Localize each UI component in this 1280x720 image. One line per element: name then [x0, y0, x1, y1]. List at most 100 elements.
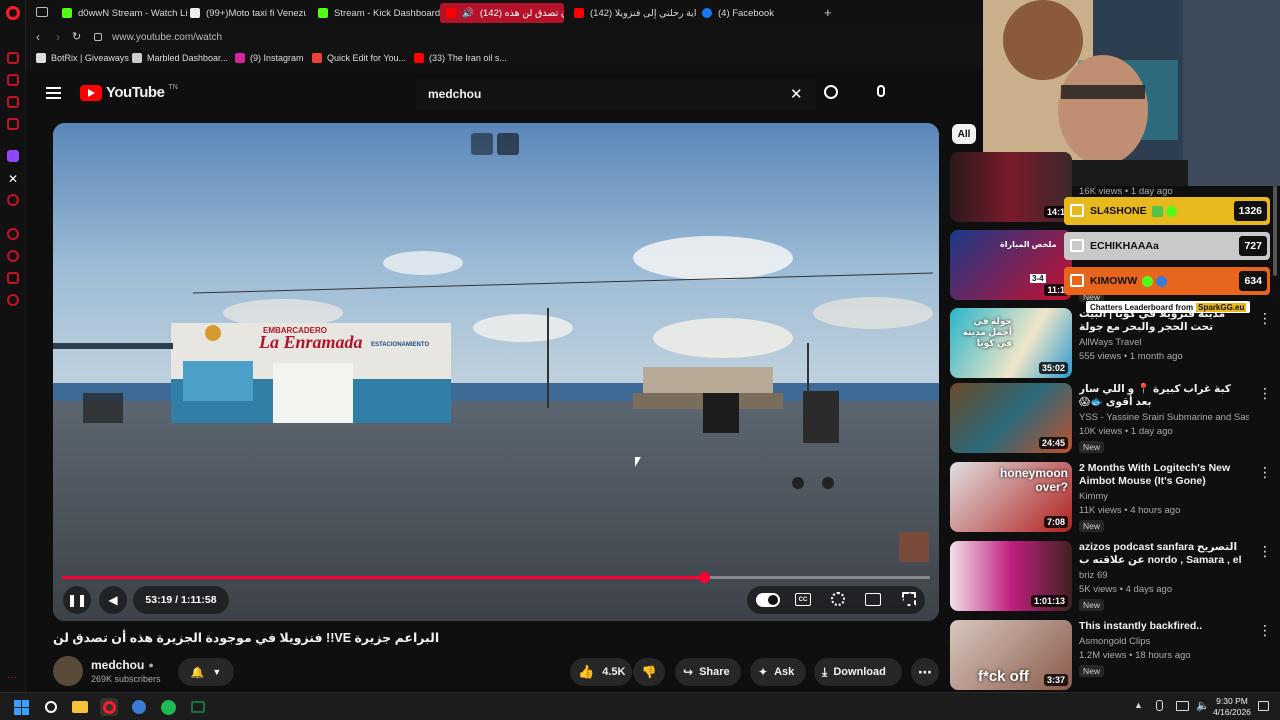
- recommendation-item[interactable]: 1:01:13 azizos podcast sanfara التصريح ع…: [950, 541, 1272, 613]
- back-icon[interactable]: ‹: [36, 30, 40, 44]
- video-thumbnail[interactable]: 1:01:13: [950, 541, 1072, 611]
- clock-date[interactable]: 4/16/2026: [1210, 707, 1254, 717]
- recommendation-item[interactable]: honeymoon over? 7:08 2 Months With Logit…: [950, 462, 1272, 534]
- autoplay-toggle[interactable]: [756, 593, 780, 607]
- captions-button[interactable]: CC: [795, 593, 811, 606]
- microphone-icon[interactable]: [1156, 700, 1163, 711]
- video-title[interactable]: كبة غراب كبيرة 📍 و اللي سار بعد أقوى 🐟😱: [1079, 383, 1249, 409]
- sidebar-icon-7[interactable]: [7, 250, 19, 262]
- windows-start-icon[interactable]: [12, 698, 30, 716]
- miniplayer-icon[interactable]: [471, 133, 493, 155]
- pause-button[interactable]: ❚❚: [63, 586, 91, 614]
- spotify-icon[interactable]: [159, 698, 177, 716]
- channel-name[interactable]: AllWays Travel: [1079, 337, 1249, 349]
- tab-2[interactable]: Stream - Kick Dashboard: [312, 3, 440, 23]
- tab-0[interactable]: d0wwN Stream - Watch Li: [56, 3, 196, 23]
- video-title[interactable]: azizos podcast sanfara التصريح عن علاقته…: [1079, 541, 1249, 567]
- opera-icon[interactable]: [100, 698, 118, 716]
- theater-mode-icon[interactable]: [865, 593, 881, 606]
- scrollbar[interactable]: [1273, 186, 1277, 276]
- channel-name[interactable]: briz 69: [1079, 570, 1249, 582]
- bookmark-3[interactable]: Quick Edit for You...: [312, 53, 406, 63]
- video-thumbnail[interactable]: جولة في أجمل مدينة في كوبا 35:02: [950, 308, 1072, 378]
- channel-name[interactable]: Asmongold Clips: [1079, 636, 1249, 648]
- sidebar-icon-2[interactable]: [7, 74, 19, 86]
- voice-search-icon[interactable]: [877, 85, 885, 97]
- tab-3-active[interactable]: 🔊 (142) ان تصدق لن هذه: [440, 3, 564, 23]
- settings-icon[interactable]: [7, 294, 19, 306]
- tab-5[interactable]: (4) Facebook: [696, 3, 816, 23]
- filter-chip-all[interactable]: All: [952, 124, 976, 144]
- menu-icon[interactable]: [46, 87, 61, 99]
- like-button[interactable]: 👍 4.5K: [570, 658, 632, 686]
- bookmark-4[interactable]: (33) The Iran oil s...: [414, 53, 507, 63]
- thumbnail-text: جولة في أجمل مدينة في كوبا: [962, 316, 1012, 348]
- video-player[interactable]: EMBARCADERO La Enramada ESTACIONAMIENTO …: [53, 123, 939, 621]
- search-input[interactable]: medchou: [428, 87, 481, 101]
- video-thumbnail[interactable]: honeymoon over? 7:08: [950, 462, 1072, 532]
- more-icon[interactable]: ···: [7, 672, 17, 683]
- tab-list-icon[interactable]: [36, 7, 48, 17]
- video-thumbnail[interactable]: 24:45: [950, 383, 1072, 453]
- clear-search-icon[interactable]: ✕: [790, 85, 803, 103]
- sidebar-icon-5[interactable]: [7, 194, 19, 206]
- more-options-icon[interactable]: ⋮: [1258, 385, 1272, 402]
- settings-icon[interactable]: [831, 592, 845, 606]
- more-options-icon[interactable]: ⋮: [1258, 464, 1272, 481]
- video-thumbnail[interactable]: f*ck off 3:37: [950, 620, 1072, 690]
- download-button[interactable]: ⤓ Download: [814, 658, 902, 686]
- youtube-logo[interactable]: YouTube TN: [80, 84, 178, 101]
- bookmark-0[interactable]: BotRix | Giveaways: [36, 53, 129, 63]
- app-icon[interactable]: [130, 698, 148, 716]
- bookmark-label: (33) The Iran oil s...: [429, 53, 507, 63]
- x-icon[interactable]: ✕: [8, 172, 18, 186]
- more-actions-button[interactable]: ⋯: [911, 658, 939, 686]
- sidebar-icon-6[interactable]: [7, 228, 19, 240]
- excel-icon[interactable]: [189, 698, 207, 716]
- recommendation-item[interactable]: جولة في أجمل مدينة في كوبا 35:02 مدينة ف…: [950, 308, 1272, 380]
- channel-watermark[interactable]: [899, 532, 929, 562]
- sidebar-icon-8[interactable]: [7, 272, 19, 284]
- channel-name[interactable]: Kimmy: [1079, 491, 1249, 503]
- sidebar-icon-3[interactable]: [7, 96, 19, 108]
- video-thumbnail[interactable]: ملخص المباراة 3-4 11:1: [950, 230, 1072, 300]
- share-button[interactable]: ↪ Share: [675, 658, 741, 686]
- notifications-icon[interactable]: [1258, 701, 1269, 711]
- volume-button[interactable]: ◀: [99, 586, 127, 614]
- notifications-button[interactable]: 🔔 ▼: [178, 658, 234, 686]
- recommendation-item[interactable]: 24:45 كبة غراب كبيرة 📍 و اللي سار بعد أق…: [950, 383, 1272, 455]
- network-icon[interactable]: [1176, 701, 1189, 711]
- more-options-icon[interactable]: ⋮: [1258, 622, 1272, 639]
- recommendation-item[interactable]: f*ck off 3:37 This instantly backfired..…: [950, 620, 1272, 692]
- search-box[interactable]: medchou ✕: [416, 79, 816, 109]
- volume-icon[interactable]: 🔈: [1196, 699, 1210, 712]
- search-icon[interactable]: [824, 85, 838, 99]
- sidebar-icon-1[interactable]: [7, 52, 19, 64]
- more-options-icon[interactable]: ⋮: [1258, 310, 1272, 327]
- sidebar-icon-4[interactable]: [7, 118, 19, 130]
- new-tab-button[interactable]: +: [824, 5, 832, 20]
- forward-icon[interactable]: ›: [56, 30, 60, 44]
- bookmark-2[interactable]: (9) Instagram: [235, 53, 304, 63]
- tray-chevron-icon[interactable]: ▲: [1134, 700, 1143, 710]
- more-options-icon[interactable]: ⋮: [1258, 543, 1272, 560]
- next-video-icon[interactable]: [497, 133, 519, 155]
- video-title[interactable]: 2 Months With Logitech's New Aimbot Mous…: [1079, 462, 1249, 488]
- dislike-button[interactable]: 👎: [633, 658, 665, 686]
- file-explorer-icon[interactable]: [71, 698, 89, 716]
- clock-time[interactable]: 9:30 PM: [1210, 696, 1254, 706]
- video-thumbnail[interactable]: 14:1: [950, 152, 1072, 222]
- ask-button[interactable]: ✦ Ask: [750, 658, 806, 686]
- tab-4[interactable]: (142) بداية رحلتي إلى فنزويلا: [568, 3, 696, 23]
- url-field[interactable]: www.youtube.com/watch: [112, 32, 222, 43]
- opera-logo-icon[interactable]: [6, 6, 20, 20]
- reload-icon[interactable]: ↻: [72, 30, 81, 43]
- tab-1[interactable]: (99+)Moto taxi fi Venezue: [184, 3, 306, 23]
- bookmark-1[interactable]: Marbled Dashboar...: [132, 53, 228, 63]
- video-title[interactable]: This instantly backfired..: [1079, 620, 1249, 633]
- search-icon[interactable]: [42, 698, 60, 716]
- channel-avatar[interactable]: [53, 656, 83, 686]
- channel-name[interactable]: YSS - Yassine Srairi Submarine and Sash.…: [1079, 412, 1249, 424]
- twitch-icon[interactable]: [7, 150, 19, 162]
- channel-name[interactable]: medchou ●: [91, 658, 154, 672]
